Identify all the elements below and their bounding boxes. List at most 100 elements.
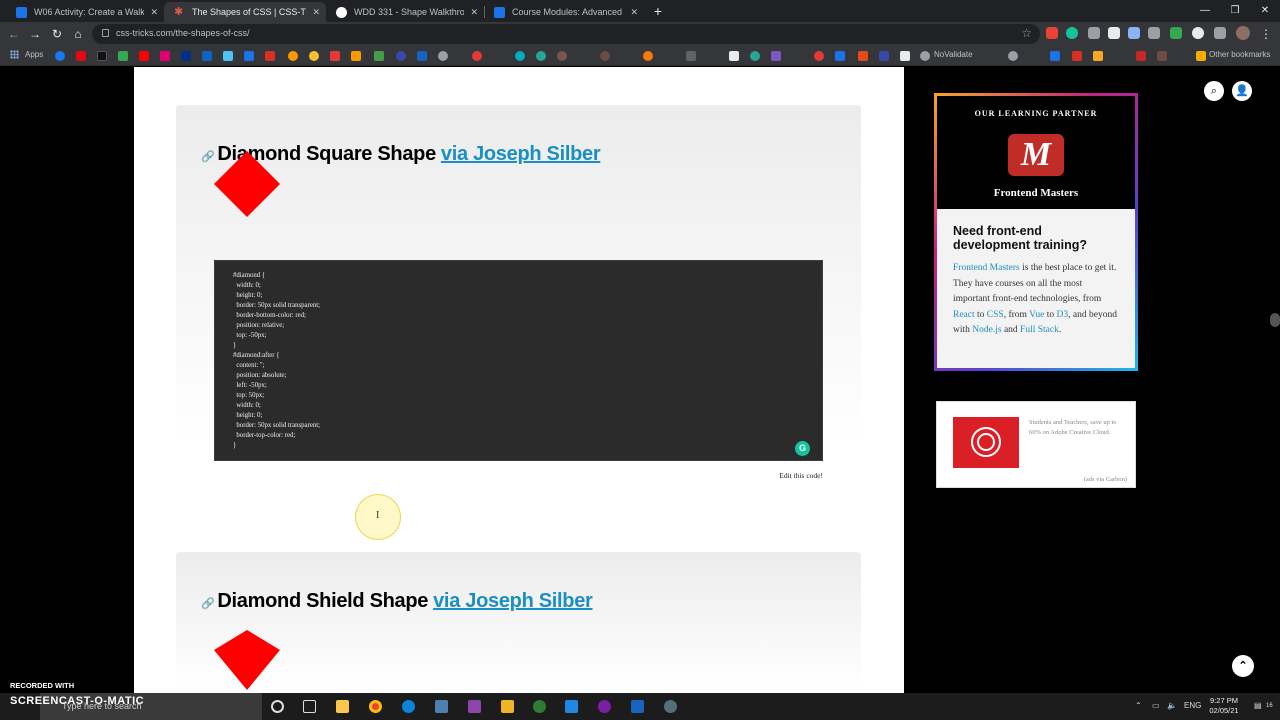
menu-kebab-icon[interactable]: ⋮ <box>1258 26 1274 42</box>
bookmark-icon[interactable] <box>771 51 781 61</box>
other-bookmarks[interactable]: Other bookmarks <box>1209 50 1270 59</box>
bookmark-icon[interactable] <box>472 51 482 61</box>
link-vue[interactable]: Vue <box>1029 310 1044 320</box>
mail-icon[interactable] <box>631 700 644 713</box>
link-css[interactable]: CSS <box>987 310 1004 320</box>
author-link[interactable]: via Joseph Silber <box>433 590 593 613</box>
window-close-button[interactable]: ✕ <box>1250 0 1280 22</box>
volume-icon[interactable]: 🔈 <box>1167 701 1177 710</box>
close-icon[interactable]: ✕ <box>470 7 478 18</box>
tab-course-modules[interactable]: Course Modules: Advanced CSS ✕ <box>484 2 644 22</box>
extension-icon[interactable] <box>1108 27 1120 39</box>
grammarly-icon[interactable]: G <box>795 441 810 456</box>
bookmark-icon[interactable] <box>750 51 760 61</box>
network-icon[interactable]: ▭ <box>1152 701 1160 710</box>
back-arrow-icon[interactable]: ← <box>6 26 22 42</box>
notification-icon[interactable]: ▤ <box>1254 701 1262 710</box>
bookmark-icon[interactable] <box>223 51 233 61</box>
forward-arrow-icon[interactable]: → <box>27 26 43 42</box>
link-full-stack[interactable]: Full Stack <box>1020 325 1059 335</box>
bookmark-apps[interactable]: Apps <box>10 50 43 59</box>
taskbar-clock[interactable]: 9:27 PM 02/05/21 <box>1204 696 1244 716</box>
extension-icon[interactable] <box>1046 27 1058 39</box>
scrollbar-thumb[interactable] <box>1270 313 1280 327</box>
bookmark-icon[interactable] <box>729 51 739 61</box>
bookmark-icon[interactable] <box>330 51 340 61</box>
learning-partner-ad[interactable]: OUR LEARNING PARTNER M Frontend Masters … <box>934 93 1138 371</box>
youtube-icon[interactable] <box>139 51 149 61</box>
bookmark-icon[interactable] <box>1008 51 1018 61</box>
bookmark-icon[interactable] <box>396 51 406 61</box>
bookmark-icon[interactable] <box>97 51 107 61</box>
carbon-ad[interactable]: Students and Teachers, save up to 60% on… <box>936 401 1136 488</box>
carbon-ad-text[interactable]: Students and Teachers, save up to 60% on… <box>1029 418 1125 438</box>
bookmark-icon[interactable] <box>438 51 448 61</box>
extension-icon[interactable] <box>1088 27 1100 39</box>
code-editor[interactable]: #diamond { width: 0; height: 0; border: … <box>214 260 823 461</box>
tab-wdd331[interactable]: WDD 331 - Shape Walkthrough ✕ <box>326 2 484 22</box>
extension-icon[interactable] <box>1192 27 1204 39</box>
bookmark-icon[interactable] <box>244 51 254 61</box>
author-link[interactable]: via Joseph Silber <box>441 143 601 166</box>
chrome-icon[interactable] <box>369 700 382 713</box>
tab-shapes-of-css[interactable]: ✱ The Shapes of CSS | CSS-Tricks ✕ <box>164 2 326 22</box>
bookmark-icon[interactable] <box>536 51 546 61</box>
cortana-icon[interactable] <box>271 700 284 713</box>
bookmark-icon[interactable] <box>1050 51 1060 61</box>
user-account-icon[interactable]: 👤 <box>1232 81 1252 101</box>
vscode-icon[interactable] <box>565 700 578 713</box>
bookmark-icon[interactable] <box>600 51 610 61</box>
bookmark-star-icon[interactable]: ☆ <box>1021 26 1032 40</box>
extension-icon[interactable] <box>1148 27 1160 39</box>
amazon-icon[interactable] <box>351 51 361 61</box>
globe-icon[interactable] <box>920 51 930 61</box>
bookmark-icon[interactable] <box>1072 51 1082 61</box>
bookmark-icon[interactable] <box>643 51 653 61</box>
paypal-icon[interactable] <box>181 51 191 61</box>
bookmark-icon[interactable] <box>1136 51 1146 61</box>
bookmark-icon[interactable] <box>417 51 427 61</box>
link-react[interactable]: React <box>953 310 975 320</box>
tmobile-icon[interactable] <box>160 51 170 61</box>
carbon-via-link[interactable]: (ads via Carbon) <box>1084 476 1127 483</box>
extension-icon[interactable] <box>1128 27 1140 39</box>
screencast-icon[interactable] <box>664 700 677 713</box>
close-icon[interactable]: ✕ <box>150 7 158 18</box>
bookmark-icon[interactable] <box>900 51 910 61</box>
grammarly-extension-icon[interactable] <box>1066 27 1078 39</box>
visual-studio-icon[interactable] <box>468 700 481 713</box>
scroll-to-top-button[interactable]: ⌃ <box>1232 655 1254 677</box>
address-bar[interactable]: css-tricks.com/the-shapes-of-css/ ☆ <box>92 24 1040 44</box>
bookmark-icon[interactable] <box>858 51 868 61</box>
minimize-button[interactable]: — <box>1190 0 1220 22</box>
link-frontend-masters[interactable]: Frontend Masters <box>953 263 1020 273</box>
language-indicator[interactable]: ENG <box>1184 701 1201 710</box>
tray-chevron-icon[interactable]: ⌃ <box>1135 701 1142 710</box>
profile-avatar[interactable] <box>1236 26 1250 40</box>
code-text[interactable]: #diamond { width: 0; height: 0; border: … <box>233 271 320 451</box>
bookmark-icon[interactable] <box>557 51 567 61</box>
bookmark-icon[interactable] <box>288 51 298 61</box>
tab-w06-activity[interactable]: W06 Activity: Create a Walk-thro ✕ <box>6 2 164 22</box>
close-icon[interactable]: ✕ <box>630 7 638 18</box>
home-icon[interactable]: ⌂ <box>70 26 86 42</box>
edge-icon[interactable] <box>402 700 415 713</box>
bookmark-novalidate[interactable]: NoValidate <box>934 50 973 59</box>
facebook-icon[interactable] <box>55 51 65 61</box>
search-icon[interactable]: ⌕ <box>1204 81 1224 101</box>
maximize-button[interactable]: ❐ <box>1220 0 1250 22</box>
extension-icon[interactable] <box>1170 27 1182 39</box>
app-icon[interactable] <box>501 700 514 713</box>
bookmark-icon[interactable] <box>1093 51 1103 61</box>
link-d3[interactable]: D3 <box>1057 310 1069 320</box>
drive-icon[interactable] <box>118 51 128 61</box>
reload-icon[interactable]: ↻ <box>49 26 65 42</box>
new-tab-button[interactable]: + <box>650 2 666 20</box>
bookmark-icon[interactable] <box>202 51 212 61</box>
app-icon[interactable] <box>533 700 546 713</box>
netflix-icon[interactable] <box>76 51 86 61</box>
bookmark-icon[interactable] <box>1157 51 1167 61</box>
app-icon[interactable] <box>435 700 448 713</box>
permalink-icon[interactable]: 🔗 <box>201 597 215 610</box>
link-nodejs[interactable]: Node.js <box>972 325 1001 335</box>
